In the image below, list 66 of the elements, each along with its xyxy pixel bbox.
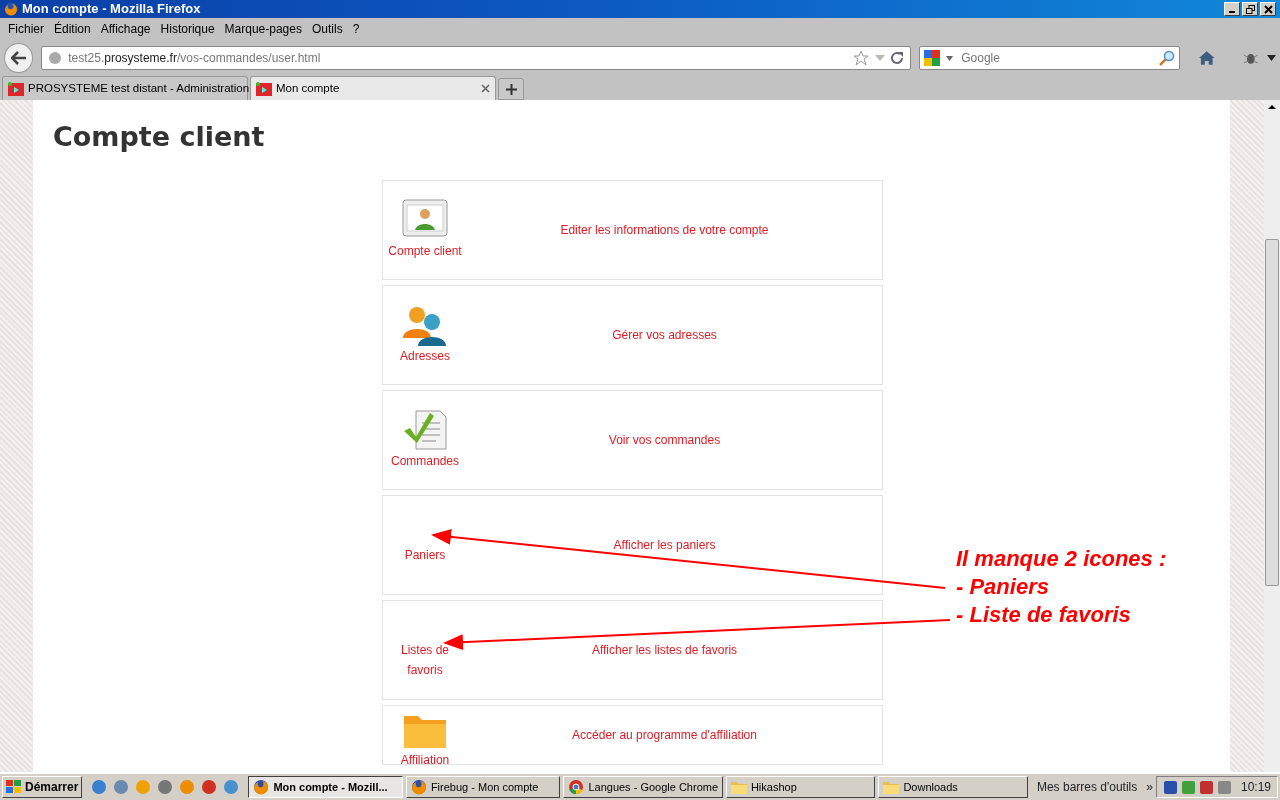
annotation-text: - Paniers	[956, 573, 1050, 601]
page-heading: Compte client	[53, 120, 266, 154]
close-icon[interactable]	[481, 84, 490, 93]
description-link[interactable]: Gérer vos adresses	[612, 327, 717, 342]
menu-item[interactable]: Historique	[155, 20, 220, 38]
account-link[interactable]: Affiliation	[400, 749, 450, 770]
dropdown-icon[interactable]	[875, 54, 886, 62]
chevron-text[interactable]: »	[1146, 778, 1153, 796]
menu-item[interactable]: Affichage	[95, 20, 156, 38]
home-icon[interactable]	[1198, 50, 1216, 66]
account-link[interactable]: Listes de favoris	[383, 639, 467, 680]
close-button[interactable]	[1260, 2, 1276, 16]
taskbar-button[interactable]: Hikashop	[725, 776, 876, 798]
restore-icon	[1245, 4, 1255, 14]
clock: 10:19	[1241, 779, 1271, 796]
menu-item[interactable]: ?	[347, 20, 365, 38]
folder-icon	[730, 780, 747, 794]
tab-title: Mon compte	[276, 80, 340, 96]
annotation-text: Il manque 2 icones :	[956, 545, 1167, 573]
menu-item[interactable]: Fichier	[3, 20, 49, 38]
taskbar-button[interactable]: Mon compte - Mozill...	[248, 776, 403, 798]
favicon	[8, 81, 24, 96]
favicon	[256, 81, 272, 96]
windows-logo	[6, 780, 22, 794]
tab-title: PROSYSTEME test distant - Administration	[28, 80, 250, 96]
search-bar[interactable]: Google	[919, 46, 1181, 70]
description-link[interactable]: Voir vos commandes	[608, 432, 721, 447]
caret-icon[interactable]	[946, 55, 954, 61]
description-link[interactable]: Afficher les listes de favoris	[591, 642, 738, 657]
minimize-button[interactable]	[1224, 2, 1240, 16]
new-tab-button[interactable]	[498, 78, 524, 100]
toolbars-label[interactable]: Mes barres d'outils	[1030, 778, 1144, 796]
account-link[interactable]: Commandes	[391, 450, 459, 471]
globe-icon	[48, 51, 63, 65]
account-link[interactable]: Compte client	[388, 240, 462, 261]
taskbar-button[interactable]: Langues - Google Chrome	[563, 776, 723, 798]
address-bar[interactable]: test25.prosysteme.fr/vos-commandes/user.html	[41, 46, 912, 70]
menu-item[interactable]: Outils	[306, 20, 348, 38]
taskbar-button[interactable]: Downloads	[878, 776, 1028, 798]
close-icon	[1263, 4, 1273, 14]
back-arrow-icon	[10, 51, 27, 65]
description-link[interactable]: Editer les informations de votre compte	[560, 222, 769, 237]
scrollbar-thumb[interactable]	[1265, 239, 1279, 586]
checklist-icon[interactable]	[402, 408, 448, 451]
annotation-text: - Liste de favoris	[956, 601, 1132, 629]
caret-icon[interactable]	[1267, 55, 1276, 61]
plus-icon	[505, 84, 517, 96]
browser-tab[interactable]: PROSYSTEME test distant - Administration	[2, 76, 248, 100]
window-title: Mon compte - Mozilla Firefox	[22, 0, 201, 19]
description-link[interactable]: Accéder au programme d'affiliation	[572, 727, 757, 742]
menu-item[interactable]: Marque-pages	[219, 20, 307, 38]
star-icon[interactable]	[853, 50, 870, 66]
google-icon	[924, 50, 941, 66]
reload-icon[interactable]	[891, 51, 905, 65]
description-link[interactable]: Afficher les paniers	[613, 537, 716, 552]
start-button[interactable]: Démarrer	[2, 776, 83, 798]
back-button[interactable]	[4, 43, 34, 73]
menu-item[interactable]: Édition	[49, 20, 96, 38]
url-text: test25.prosysteme.fr/vos-commandes/user.html	[68, 50, 321, 67]
folder-icon	[883, 780, 900, 794]
account-link[interactable]: Adresses	[400, 345, 450, 366]
browser-tab[interactable]: Mon compte	[250, 76, 496, 100]
account-link[interactable]: Paniers	[404, 544, 446, 565]
restore-button[interactable]	[1242, 2, 1258, 16]
taskbar-button[interactable]: Firebug - Mon compte	[405, 776, 561, 798]
search-icon[interactable]	[1159, 50, 1176, 66]
